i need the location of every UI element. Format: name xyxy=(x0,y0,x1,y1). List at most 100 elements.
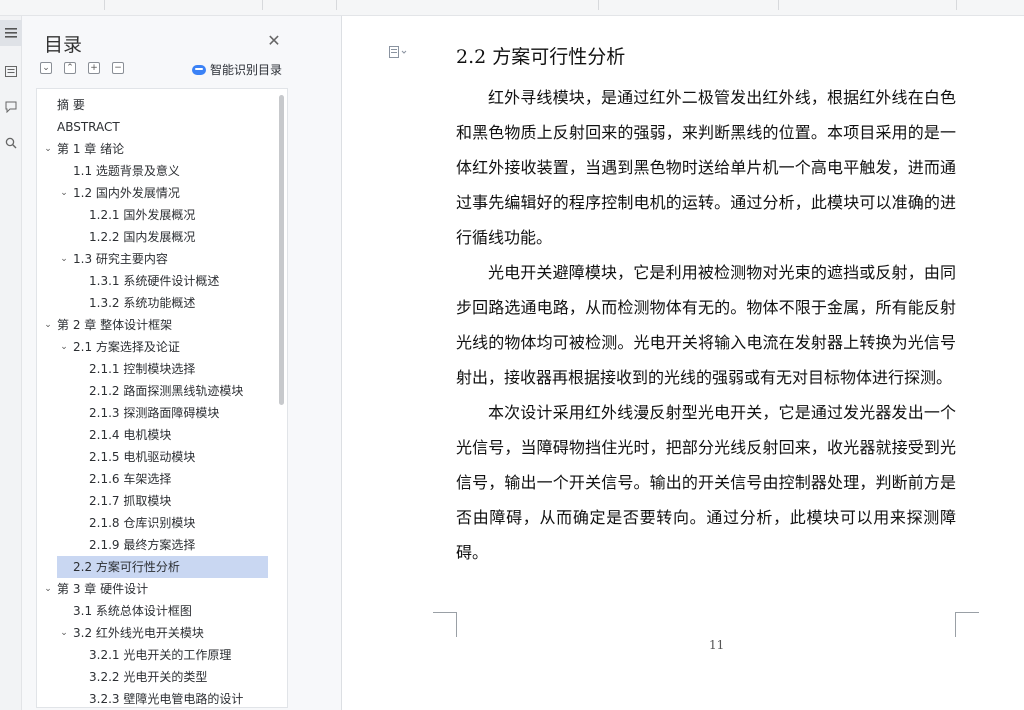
page-number: 11 xyxy=(709,638,725,652)
toc-item-label: 第 2 章 整体设计框架 xyxy=(57,318,173,332)
toc-item[interactable]: 2.1.7 抓取模块 xyxy=(89,490,171,512)
toc-item-label: 2.1.4 电机模块 xyxy=(89,428,172,442)
smart-toc-button[interactable]: 智能识别目录 xyxy=(192,61,282,78)
toc-item[interactable]: 1.1 选题背景及意义 xyxy=(73,160,180,182)
toc-item[interactable]: 2.1.4 电机模块 xyxy=(89,424,171,446)
toc-list-container: 摘 要 ABSTRACT ⌄ 第 1 章 绪论 1.1 选题背景及意义 ⌄ 1.2 国内外发… xyxy=(36,88,288,708)
toc-item-label: 2.1.3 探测路面障碍模块 xyxy=(89,406,220,420)
chevron-down-icon[interactable]: ⌄ xyxy=(41,314,55,336)
chevron-down-icon[interactable]: ⌄ xyxy=(57,336,71,358)
toc-item[interactable]: 1.2.1 国外发展概况 xyxy=(89,204,195,226)
paragraph-format-icon[interactable] xyxy=(389,46,409,61)
paragraph: 本次设计采用红外线漫反射型光电开关，它是通过发光器发出一个光信号，当障碍物挡住光… xyxy=(456,403,956,562)
toc-item-label: 3.2.2 光电开关的类型 xyxy=(89,670,208,684)
toc-item[interactable]: 1.3.1 系统硬件设计概述 xyxy=(89,270,219,292)
toc-item-label: 1.2 国内外发展情况 xyxy=(73,186,180,200)
document-area: 2.2 方案可行性分析 红外寻线模块，是通过红外二极管发出红外线，根据红外线在白… xyxy=(343,16,1024,710)
chevron-down-icon[interactable]: ⌄ xyxy=(41,138,55,160)
toc-item-label: 2.1.1 控制模块选择 xyxy=(89,362,196,376)
toc-item[interactable]: ⌄ 第 1 章 绪论 xyxy=(41,138,124,160)
comment-icon[interactable] xyxy=(0,94,22,120)
crop-mark xyxy=(955,612,979,613)
toc-item-label: 1.2.2 国内发展概况 xyxy=(89,230,196,244)
document-page: 2.2 方案可行性分析 红外寻线模块，是通过红外二极管发出红外线，根据红外线在白… xyxy=(343,16,1024,710)
toc-item[interactable]: ⌄ 1.2 国内外发展情况 xyxy=(57,182,180,204)
toc-item-label: 1.2.1 国外发展概况 xyxy=(89,208,196,222)
chevron-down-icon[interactable]: ⌄ xyxy=(57,182,71,204)
crop-mark xyxy=(955,612,956,637)
toc-item-label: 摘 要 xyxy=(57,98,85,112)
toolbar-divider xyxy=(104,0,105,10)
toc-item[interactable]: 2.1.2 路面探测黑线轨迹模块 xyxy=(89,380,243,402)
toc-item-label: 第 3 章 硬件设计 xyxy=(57,582,149,596)
chevron-down-icon[interactable]: ⌄ xyxy=(57,622,71,644)
toc-item[interactable]: 摘 要 xyxy=(57,94,85,116)
toc-item[interactable]: 3.2.2 光电开关的类型 xyxy=(89,666,207,688)
search-icon[interactable] xyxy=(0,130,22,156)
toc-item[interactable]: 3.1 系统总体设计框图 xyxy=(73,600,192,622)
chevron-down-icon[interactable]: ⌄ xyxy=(57,248,71,270)
toolbar-divider xyxy=(336,0,337,10)
paragraph: 红外寻线模块，是通过红外二极管发出红外线，根据红外线在白色和黑色物质上反射回来的… xyxy=(456,88,956,247)
toc-item-label: 2.2 方案可行性分析 xyxy=(73,560,180,574)
side-icon-rail xyxy=(0,16,22,710)
toolbar-divider xyxy=(778,0,779,10)
toc-item[interactable]: 3.2.3 壁障光电管电路的设计 xyxy=(89,688,244,707)
toc-item[interactable]: ⌄ 2.1 方案选择及论证 xyxy=(57,336,180,358)
toc-scrollbar[interactable] xyxy=(279,95,284,405)
add-heading-icon[interactable]: + xyxy=(88,62,100,74)
toc-item[interactable]: 2.1.5 电机驱动模块 xyxy=(89,446,195,468)
toc-item[interactable]: ABSTRACT xyxy=(57,116,120,138)
toc-item-label: 3.1 系统总体设计框图 xyxy=(73,604,192,618)
toc-item-label: 1.3.2 系统功能概述 xyxy=(89,296,196,310)
toc-item[interactable]: 1.3.2 系统功能概述 xyxy=(89,292,195,314)
toolbar-strip xyxy=(0,0,1024,16)
toc-item[interactable]: ⌄ 1.3 研究主要内容 xyxy=(57,248,168,270)
smart-toc-icon xyxy=(192,64,206,75)
toc-panel: 目录 ✕ ⌄ ⌃ + − 智能识别目录 摘 要 ABSTRACT ⌄ 第 1 章 绪论… xyxy=(22,16,342,710)
expand-up-icon[interactable]: ⌃ xyxy=(64,62,76,74)
crop-mark xyxy=(456,612,457,637)
toc-item[interactable]: 3.2.1 光电开关的工作原理 xyxy=(89,644,231,666)
toc-item-label: ABSTRACT xyxy=(57,120,120,134)
toc-item-label: 1.3 研究主要内容 xyxy=(73,252,168,266)
toc-item-label: 1.1 选题背景及意义 xyxy=(73,164,180,178)
toc-item[interactable]: 2.1.6 车架选择 xyxy=(89,468,171,490)
crop-mark xyxy=(433,612,457,613)
paragraph: 光电开关避障模块，它是利用被检测物对光束的遮挡或反射，由同步回路选通电路，从而检… xyxy=(456,263,956,387)
toc-item-label: 3.2.1 光电开关的工作原理 xyxy=(89,648,232,662)
toc-item-label: 2.1.7 抓取模块 xyxy=(89,494,172,508)
toc-item-label: 2.1.6 车架选择 xyxy=(89,472,172,486)
thumbnail-icon[interactable] xyxy=(0,58,22,84)
toc-item[interactable]: 1.2.2 国内发展概况 xyxy=(89,226,195,248)
toc-title: 目录 xyxy=(44,34,83,56)
toc-item-label: 3.2.3 壁障光电管电路的设计 xyxy=(89,692,244,706)
toc-item[interactable]: ⌄ 第 2 章 整体设计框架 xyxy=(41,314,172,336)
body-text: 红外寻线模块，是通过红外二极管发出红外线，根据红外线在白色和黑色物质上反射回来的… xyxy=(456,80,956,570)
toc-item-label: 1.3.1 系统硬件设计概述 xyxy=(89,274,220,288)
toolbar-divider xyxy=(262,0,263,10)
toc-icon[interactable] xyxy=(0,20,22,46)
toc-item[interactable]: ⌄ 第 3 章 硬件设计 xyxy=(41,578,148,600)
toolbar-divider xyxy=(598,0,599,10)
toc-item-label: 2.1.5 电机驱动模块 xyxy=(89,450,196,464)
toc-item-label: 2.1.9 最终方案选择 xyxy=(89,538,196,552)
toc-item[interactable]: 2.1.1 控制模块选择 xyxy=(89,358,195,380)
toc-item-label: 2.1.8 仓库识别模块 xyxy=(89,516,196,530)
toc-item-label: 3.2 红外线光电开关模块 xyxy=(73,626,204,640)
toc-item[interactable]: 2.1.8 仓库识别模块 xyxy=(89,512,195,534)
section-heading: 2.2 方案可行性分析 xyxy=(456,46,626,68)
toc-item-label: 第 1 章 绪论 xyxy=(57,142,125,156)
toc-item[interactable]: 2.1.9 最终方案选择 xyxy=(89,534,195,556)
collapse-all-icon[interactable]: ⌄ xyxy=(40,62,52,74)
smart-toc-label: 智能识别目录 xyxy=(210,63,283,77)
toc-item-label: 2.1 方案选择及论证 xyxy=(73,340,180,354)
toc-item[interactable]: 2.1.3 探测路面障碍模块 xyxy=(89,402,219,424)
close-icon[interactable]: ✕ xyxy=(265,32,283,50)
toolbar-divider xyxy=(956,0,957,10)
toc-item-label: 2.1.2 路面探测黑线轨迹模块 xyxy=(89,384,244,398)
chevron-down-icon[interactable]: ⌄ xyxy=(41,578,55,600)
remove-heading-icon[interactable]: − xyxy=(112,62,124,74)
toc-item[interactable]: ⌄ 3.2 红外线光电开关模块 xyxy=(57,622,204,644)
toc-item[interactable]: 2.2 方案可行性分析 xyxy=(57,556,268,578)
